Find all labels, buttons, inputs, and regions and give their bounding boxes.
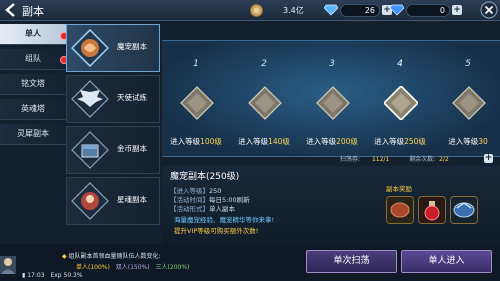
star-soul-icon xyxy=(71,182,109,220)
level-card-5[interactable]: 5 进入等级30 xyxy=(434,41,500,156)
level-number: 1 xyxy=(193,59,199,69)
close-icon[interactable] xyxy=(480,1,498,19)
level-number: 5 xyxy=(465,59,471,69)
team-modes: 单人(100%) 双人(150%) 三人(200%) xyxy=(76,262,189,271)
mode-double: 双人(150%) xyxy=(115,264,150,271)
detail-key: 【活动形式】 xyxy=(170,205,209,213)
detail-form-row: 【活动形式】单人副本 xyxy=(170,203,235,213)
pet-dungeon-icon xyxy=(71,29,109,67)
tab-team[interactable]: 组队 xyxy=(0,49,66,70)
req-value: 250级 xyxy=(404,137,426,146)
req-value: 100级 xyxy=(200,137,222,146)
bound-diamond-icon xyxy=(390,4,404,16)
req-prefix: 进入等级 xyxy=(238,137,269,146)
treasure-chest-icon xyxy=(71,131,109,169)
tab-inscription-tower[interactable]: 铭文塔 xyxy=(0,74,66,95)
dungeon-list: 魔宠副本 天使试炼 金币副本 星魂副本 xyxy=(66,24,160,228)
dungeon-item-angel[interactable]: 天使试炼 xyxy=(66,75,160,123)
dungeon-item-pet[interactable]: 魔宠副本 xyxy=(66,24,160,72)
dungeon-label: 魔宠副本 xyxy=(117,42,147,51)
tab-label: 单人 xyxy=(25,29,41,38)
level-requirement: 进入等级140级 xyxy=(230,136,298,147)
req-prefix: 进入等级 xyxy=(374,137,405,146)
experience-reward-icon[interactable] xyxy=(450,196,478,224)
level-requirement: 进入等级30 xyxy=(434,136,500,147)
bound-diamond-amount: 0 xyxy=(406,3,450,17)
rewards-title: 副本奖励 xyxy=(386,185,412,193)
dungeon-item-star-soul[interactable]: 星魂副本 xyxy=(66,177,160,225)
level-requirement: 进入等级200级 xyxy=(298,136,366,147)
req-value: 140级 xyxy=(268,137,290,146)
sweep-ticket-label: 扫荡券: xyxy=(340,156,361,163)
stone-crystal-icon xyxy=(452,86,486,120)
level-selector: 1 进入等级100级 2 进入等级140级 3 进入等级200级 4 进入等级2… xyxy=(162,40,500,157)
req-prefix: 进入等级 xyxy=(448,137,479,146)
level-card-3[interactable]: 3 进入等级200级 xyxy=(298,41,366,156)
req-prefix: 进入等级 xyxy=(170,137,201,146)
selected-crystal-icon xyxy=(384,86,418,120)
level-requirement: 进入等级100级 xyxy=(162,136,230,147)
remaining-label: 剩余次数: xyxy=(409,156,436,163)
level-number: 4 xyxy=(397,59,403,69)
dungeon-item-gold[interactable]: 金币副本 xyxy=(66,126,160,174)
diamond-amount: 26 xyxy=(340,3,380,17)
exp-percent: Exp 50.3% xyxy=(50,272,83,279)
reward-hint: 海量魔宠经验、魔宠精华等你来拿! xyxy=(174,216,275,224)
req-value: 200级 xyxy=(336,137,358,146)
potion-reward-icon[interactable] xyxy=(418,196,446,224)
status-line: ▮ 17:03 Exp 50.3% xyxy=(22,272,83,279)
stone-crystal-icon xyxy=(248,86,282,120)
sweep-ticket-value: 112/1 xyxy=(371,156,390,163)
meat-reward-icon[interactable] xyxy=(386,196,414,224)
mode-triple: 三人(200%) xyxy=(155,264,190,271)
detail-title: 魔宠副本(250级) xyxy=(170,172,240,182)
stone-crystal-icon xyxy=(180,86,214,120)
req-prefix: 进入等级 xyxy=(306,137,337,146)
bound-diamond-display: 0 + xyxy=(390,3,462,17)
blue-diamond-icon xyxy=(324,4,338,16)
dungeon-label: 星魂副本 xyxy=(117,195,147,204)
req-value: 30 xyxy=(478,137,488,146)
gold-display: 3.4亿 xyxy=(250,3,304,17)
page-title: 副本 xyxy=(22,5,44,18)
team-notice-text: 组队副本首领血量随队伍人数变化: xyxy=(68,253,161,260)
gold-amount: 3.4亿 xyxy=(283,5,304,15)
level-number: 2 xyxy=(261,59,267,69)
player-avatar[interactable] xyxy=(0,256,16,274)
gold-coin-icon xyxy=(250,3,263,17)
add-bound-diamond-button[interactable]: + xyxy=(452,5,462,15)
remaining-value: 2/2 xyxy=(439,156,449,163)
add-attempts-button[interactable]: + xyxy=(484,154,493,163)
level-number: 3 xyxy=(329,59,335,69)
tab-label: 组队 xyxy=(25,54,41,63)
level-card-1[interactable]: 1 进入等级100级 xyxy=(162,41,230,156)
tab-label: 铭文塔 xyxy=(21,79,45,88)
mode-single: 单人(100%) xyxy=(76,264,110,271)
level-requirement: 进入等级250级 xyxy=(366,136,434,147)
tab-hero-soul-tower[interactable]: 英魂塔 xyxy=(0,99,66,120)
info-icon: ◆ xyxy=(62,253,67,260)
diamond-display: 26 + xyxy=(324,3,392,17)
stone-crystal-icon xyxy=(316,86,350,120)
team-notice: ◆ 组队副本首领血量随队伍人数变化: xyxy=(62,251,161,260)
wifi-icon: ▮ xyxy=(22,272,26,279)
clock-time: 17:03 xyxy=(27,272,45,279)
back-arrow-icon[interactable] xyxy=(3,2,19,18)
tab-label: 英魂塔 xyxy=(21,104,45,113)
tab-label: 灵犀副本 xyxy=(17,129,49,138)
vip-hint: 提升VIP等级可购买额外次数! xyxy=(174,227,259,235)
level-card-2[interactable]: 2 进入等级140级 xyxy=(230,41,298,156)
sweep-counter-row: 扫荡券: 112/1 剩余次数: 2/2 xyxy=(340,154,500,164)
single-sweep-button[interactable]: 单次扫荡 xyxy=(306,250,397,273)
dungeon-label: 金币副本 xyxy=(117,144,147,153)
single-enter-button[interactable]: 单人进入 xyxy=(401,250,492,273)
dungeon-label: 天使试炼 xyxy=(117,93,147,102)
angel-wings-icon xyxy=(71,80,109,118)
level-card-4-selected[interactable]: 4 进入等级250级 xyxy=(366,41,434,156)
detail-value: 单人副本 xyxy=(209,205,235,213)
category-tabs: 单人 组队 铭文塔 英魂塔 灵犀副本 xyxy=(0,24,66,149)
tab-lingxi-dungeon[interactable]: 灵犀副本 xyxy=(0,124,66,145)
tab-single[interactable]: 单人 xyxy=(0,24,66,45)
